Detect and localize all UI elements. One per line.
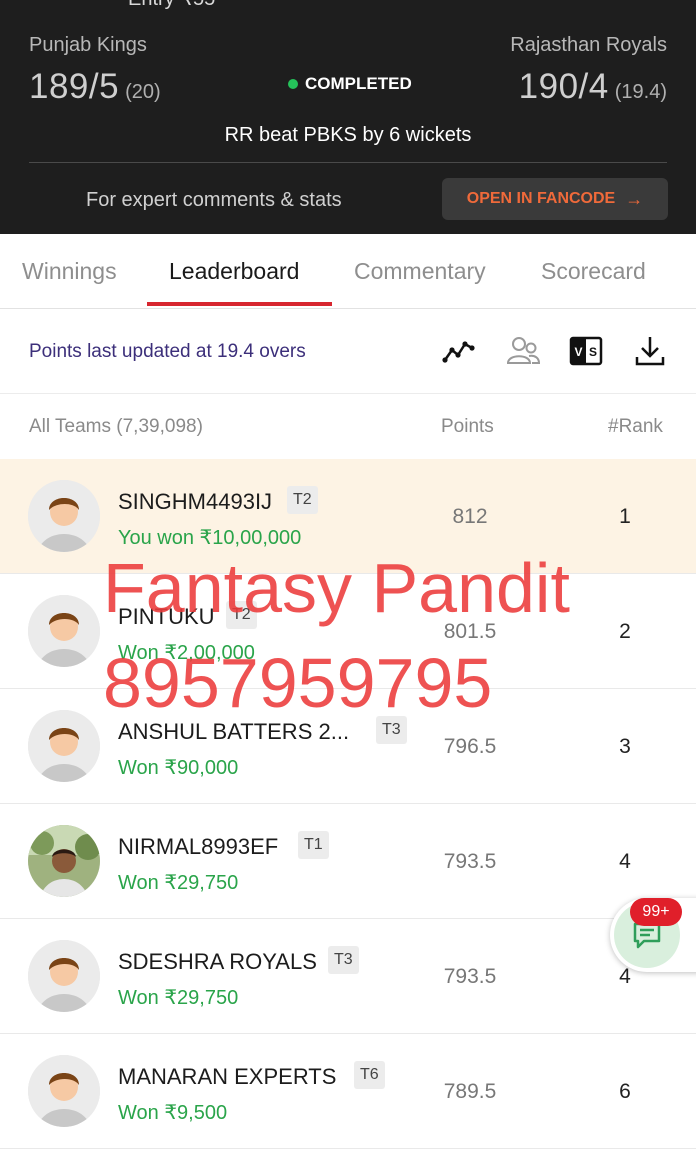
winning-amount: Won ₹9,500 — [118, 1102, 228, 1124]
svg-text:V: V — [574, 345, 582, 359]
points-header: Points — [441, 416, 494, 437]
chat-unread-badge: 99+ — [630, 898, 682, 926]
team-tag: T1 — [298, 831, 329, 859]
download-icon[interactable] — [632, 333, 668, 369]
leaderboard-row-2[interactable]: PINTUKU T2 Won ₹2,00,000 801.5 2 — [0, 574, 696, 689]
team1-overs: (20) — [125, 81, 161, 103]
team-points: 789.5 — [443, 1080, 497, 1103]
points-updated-text: Points last updated at 19.4 overs — [29, 341, 306, 362]
leaderboard-row-3[interactable]: ANSHUL BATTERS 2... T3 Won ₹90,000 796.5… — [0, 689, 696, 804]
team1-score: 189/5 — [29, 67, 120, 106]
team-username: SDESHRA ROYALS — [118, 949, 317, 974]
team-username: MANARAN EXPERTS — [118, 1064, 337, 1089]
avatar — [28, 480, 100, 552]
team-username: SINGHM4493IJ — [118, 489, 273, 514]
arrow-right-icon: → — [625, 188, 644, 209]
tab-bar: Winnings Leaderboard Commentary Scorecar… — [0, 234, 696, 309]
team-points: 801.5 — [443, 620, 497, 643]
entry-fee-text: Entry ₹55 — [128, 0, 215, 11]
match-result: RR beat PBKS by 6 wickets — [224, 124, 472, 146]
team-rank: 1 — [619, 505, 631, 528]
team-rank: 2 — [619, 620, 631, 643]
team-rank: 6 — [619, 1080, 631, 1103]
team-points: 793.5 — [443, 965, 497, 988]
team-points: 812 — [452, 505, 488, 528]
active-tab-indicator — [147, 302, 332, 306]
avatar — [28, 595, 100, 667]
avatar — [28, 940, 100, 1012]
leaderboard-row-6[interactable]: MANARAN EXPERTS T6 Won ₹9,500 789.5 6 — [0, 1034, 696, 1149]
team2-overs: (19.4) — [614, 81, 667, 103]
open-in-fancode-button[interactable]: OPEN IN FANCODE → — [442, 178, 668, 220]
match-status: COMPLETED — [288, 74, 412, 94]
team-rank: 4 — [619, 850, 631, 873]
tab-leaderboard[interactable]: Leaderboard — [169, 258, 299, 285]
team-tag: T2 — [287, 486, 318, 514]
trend-chart-icon[interactable] — [441, 333, 477, 369]
open-in-fancode-label: OPEN IN FANCODE — [466, 190, 616, 207]
avatar-photo — [28, 825, 100, 897]
team2-name: Rajasthan Royals — [510, 34, 667, 56]
expert-comments-text: For expert comments & stats — [86, 189, 342, 211]
team1-name: Punjab Kings — [29, 34, 147, 56]
winning-amount: Won ₹29,750 — [118, 872, 239, 894]
winning-amount: You won ₹10,00,000 — [118, 527, 302, 549]
team-username: PINTUKU — [118, 604, 215, 629]
team2-block: Rajasthan Royals 190/4 (19.4) — [510, 34, 667, 107]
tab-scorecard[interactable]: Scorecard — [541, 258, 646, 285]
team-tag: T2 — [226, 601, 257, 629]
rank-header: #Rank — [608, 416, 663, 437]
avatar — [28, 710, 100, 782]
avatar — [28, 1055, 100, 1127]
tab-winnings[interactable]: Winnings — [22, 258, 117, 285]
leaderboard-row-5[interactable]: SDESHRA ROYALS T3 Won ₹29,750 793.5 4 — [0, 919, 696, 1034]
leaderboard-row-1[interactable]: SINGHM4493IJ T2 You won ₹10,00,000 812 1 — [0, 459, 696, 574]
points-info-bar: Points last updated at 19.4 overs V S — [0, 309, 696, 394]
tab-commentary[interactable]: Commentary — [354, 258, 486, 285]
team-tag: T6 — [354, 1061, 385, 1089]
all-teams-header: All Teams (7,39,098) — [29, 416, 203, 437]
team2-score: 190/4 — [518, 67, 609, 106]
winning-amount: Won ₹90,000 — [118, 757, 239, 779]
match-status-label: COMPLETED — [305, 74, 412, 93]
leaderboard-row-4[interactable]: NIRMAL8993EF T1 Won ₹29,750 793.5 4 — [0, 804, 696, 919]
team-rank: 3 — [619, 735, 631, 758]
team-tag: T3 — [328, 946, 359, 974]
svg-text:S: S — [589, 345, 597, 359]
status-dot-icon — [288, 79, 298, 89]
team-username: NIRMAL8993EF — [118, 834, 279, 859]
team1-block: Punjab Kings 189/5 (20) — [29, 34, 161, 107]
compare-users-icon[interactable] — [505, 333, 541, 369]
team-points: 796.5 — [443, 735, 497, 758]
match-header: Entry ₹55 Punjab Kings 189/5(20) COMPLET… — [0, 0, 696, 234]
winning-amount: Won ₹2,00,000 — [118, 642, 255, 664]
header-divider — [29, 162, 667, 163]
versus-icon[interactable]: V S — [568, 333, 604, 369]
team-points: 793.5 — [443, 850, 497, 873]
winning-amount: Won ₹29,750 — [118, 987, 239, 1009]
team-username: ANSHUL BATTERS 2... — [118, 719, 350, 744]
leaderboard-column-header: All Teams (7,39,098) Points #Rank — [0, 394, 696, 460]
